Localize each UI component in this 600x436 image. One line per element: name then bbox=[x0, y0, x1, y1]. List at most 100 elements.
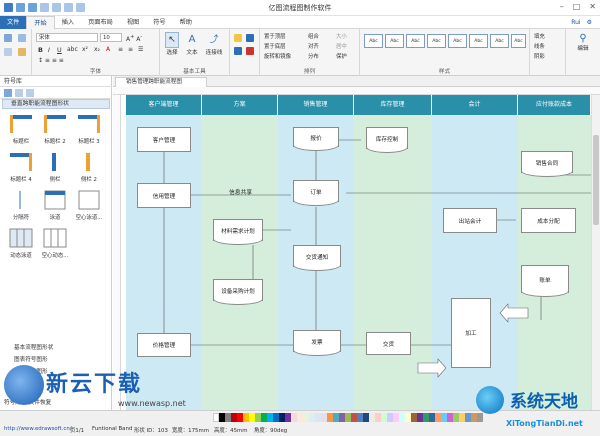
font-size-select[interactable]: 10 bbox=[100, 33, 122, 42]
size-button[interactable]: 大小 bbox=[336, 32, 347, 40]
close-icon[interactable]: ✕ bbox=[589, 2, 596, 11]
distribute-button[interactable]: 分布 bbox=[308, 52, 319, 60]
node-process[interactable]: 加工 bbox=[451, 298, 491, 368]
library-open-icon[interactable] bbox=[4, 89, 12, 97]
arrow-left-shape[interactable] bbox=[499, 303, 529, 323]
align-center-icon[interactable]: ≡ bbox=[128, 46, 133, 53]
italic-icon[interactable]: I bbox=[48, 46, 50, 54]
minimize-icon[interactable]: – bbox=[560, 2, 564, 11]
shape-separator[interactable]: 分隔符 bbox=[8, 189, 34, 221]
library-vertical-crossfunction[interactable]: 垂直跨职能流程图形状 bbox=[2, 99, 110, 109]
connector-tool[interactable]: ⤴ 连接线 bbox=[203, 32, 225, 56]
shape-rect-icon[interactable] bbox=[234, 47, 242, 55]
document-tab[interactable]: 销售管理跨职能流程图 bbox=[115, 77, 207, 87]
node-quote[interactable]: 报价 bbox=[293, 127, 339, 151]
font-grow-icon[interactable]: A+ A- bbox=[126, 34, 142, 43]
node-cost-alloc[interactable]: 成本分配 bbox=[521, 208, 576, 233]
maximize-icon[interactable]: □ bbox=[573, 2, 581, 11]
shape-dynamic-swimlane[interactable]: 动态泳道 bbox=[8, 227, 34, 259]
library-save-icon[interactable] bbox=[15, 89, 23, 97]
diagram-canvas[interactable]: 客户端管理 方案 销售管理 库存管理 会计 应付账款成本 客户管理 信用管理 价… bbox=[121, 95, 591, 410]
format-painter-icon[interactable] bbox=[18, 48, 26, 56]
vertical-scrollbar[interactable] bbox=[591, 95, 600, 410]
protect-button[interactable]: 保护 bbox=[336, 52, 347, 60]
shape-title-bar-3[interactable]: 标题栏 3 bbox=[76, 113, 102, 145]
underline-icon[interactable]: U bbox=[57, 46, 62, 54]
subscript-icon[interactable]: x₂ bbox=[94, 46, 100, 53]
node-ship[interactable]: 发票 bbox=[293, 330, 341, 356]
node-inventory-ctrl[interactable]: 库存控制 bbox=[366, 127, 408, 153]
line-spacing-icon[interactable]: ↕ ≡ ≡ ≡ bbox=[38, 57, 64, 64]
line-color-icon[interactable] bbox=[246, 34, 254, 42]
bullets-icon[interactable]: ☰ bbox=[138, 46, 143, 53]
font-color-icon[interactable]: A bbox=[106, 46, 110, 53]
watermark-right-logo-icon bbox=[476, 386, 504, 414]
arrow-right-shape[interactable] bbox=[417, 358, 447, 378]
copy-icon[interactable] bbox=[4, 48, 12, 56]
bold-icon[interactable]: B bbox=[38, 46, 43, 54]
node-price-mgmt[interactable]: 价格管理 bbox=[137, 333, 191, 357]
settings-icon[interactable]: ⚙ bbox=[587, 19, 592, 26]
node-credit-mgmt[interactable]: 信用管理 bbox=[137, 183, 191, 208]
menu-insert[interactable]: 插入 bbox=[55, 16, 81, 29]
library-basic-flowchart[interactable]: 基本流程图形状 bbox=[2, 344, 98, 353]
shadow-button[interactable]: 阴影 bbox=[534, 52, 545, 60]
style-box-2[interactable]: Abc bbox=[385, 34, 404, 48]
node-sales-contract[interactable]: 销售合同 bbox=[521, 151, 573, 177]
send-back-button[interactable]: 置于底层 bbox=[264, 42, 286, 50]
menu-view[interactable]: 视图 bbox=[120, 16, 146, 29]
select-tool[interactable]: ↖ 选择 bbox=[163, 32, 181, 56]
shape-side-bar[interactable]: 侧栏 bbox=[42, 151, 68, 183]
user-name[interactable]: Rui bbox=[571, 19, 580, 26]
shape-title-bar-2[interactable]: 标题栏 2 bbox=[42, 113, 68, 145]
node-purchase-plan[interactable]: 设备采购计划 bbox=[213, 279, 263, 305]
line-button[interactable]: 线条 bbox=[534, 42, 545, 50]
library-chart-symbols[interactable]: 图表符号图形 bbox=[2, 356, 98, 365]
shape-side-bar-2[interactable]: 侧栏 2 bbox=[76, 151, 102, 183]
menu-file[interactable]: 文件 bbox=[0, 15, 27, 29]
menu-help[interactable]: 帮助 bbox=[173, 16, 199, 29]
paste-icon[interactable] bbox=[18, 34, 26, 42]
shape-hollow-swimlane[interactable]: 空心泳道... bbox=[76, 189, 102, 221]
cut-icon[interactable] bbox=[4, 34, 12, 42]
group-button[interactable]: 组合 bbox=[308, 32, 319, 40]
style-box-3[interactable]: Abc bbox=[406, 34, 425, 48]
shape-swimlane[interactable]: 泳道 bbox=[42, 189, 68, 221]
style-box-1[interactable]: Abc bbox=[364, 34, 383, 48]
style-box-5[interactable]: Abc bbox=[448, 34, 467, 48]
bring-front-button[interactable]: 置于顶层 bbox=[264, 32, 286, 40]
shape-title-bar-4[interactable]: 标题栏 4 bbox=[8, 151, 34, 183]
menu-symbols[interactable]: 符号 bbox=[146, 16, 172, 29]
node-customer-mgmt[interactable]: 客户管理 bbox=[137, 127, 191, 152]
align-button[interactable]: 对齐 bbox=[308, 42, 319, 50]
color-palette[interactable] bbox=[213, 413, 483, 422]
node-out-accounting[interactable]: 出站会计 bbox=[443, 208, 497, 233]
strikethrough-icon[interactable]: abc bbox=[67, 46, 78, 53]
node-delivery[interactable]: 交货 bbox=[366, 332, 411, 355]
fill-color-icon[interactable] bbox=[234, 34, 242, 42]
rotate-mirror-button[interactable]: 旋转和镜像 bbox=[264, 52, 291, 60]
superscript-icon[interactable]: x² bbox=[82, 46, 88, 53]
fill-button[interactable]: 填充 bbox=[534, 32, 545, 40]
font-family-select[interactable]: 宋体 bbox=[36, 33, 98, 42]
status-url[interactable]: http://www.edrawsoft.cn/ bbox=[4, 426, 72, 432]
shape-title-bar[interactable]: 标题栏 bbox=[8, 113, 34, 145]
style-box-7[interactable]: Abc bbox=[490, 34, 509, 48]
style-box-6[interactable]: Abc bbox=[469, 34, 488, 48]
text-tool[interactable]: A 文本 bbox=[183, 32, 201, 56]
edit-button[interactable]: ⚲ 编辑 bbox=[572, 33, 594, 52]
node-ledger[interactable]: 账单 bbox=[521, 265, 569, 297]
scrollbar-thumb[interactable] bbox=[593, 135, 599, 225]
menu-home[interactable]: 开始 bbox=[26, 15, 55, 29]
shape-color-icon[interactable] bbox=[246, 47, 254, 55]
node-material-plan[interactable]: 材料需求计划 bbox=[213, 219, 263, 245]
style-box-8[interactable]: Abc bbox=[511, 34, 526, 48]
align-left-icon[interactable]: ≡ bbox=[118, 46, 123, 53]
center-button[interactable]: 居中 bbox=[336, 42, 347, 50]
library-search-icon[interactable] bbox=[26, 89, 34, 97]
style-box-4[interactable]: Abc bbox=[427, 34, 446, 48]
menu-page-layout[interactable]: 页面布局 bbox=[81, 16, 120, 29]
node-delivery-notice[interactable]: 交货通知 bbox=[293, 245, 341, 271]
node-order[interactable]: 订单 bbox=[293, 180, 339, 206]
shape-hollow-dynamic[interactable]: 空心动态... bbox=[42, 227, 68, 259]
